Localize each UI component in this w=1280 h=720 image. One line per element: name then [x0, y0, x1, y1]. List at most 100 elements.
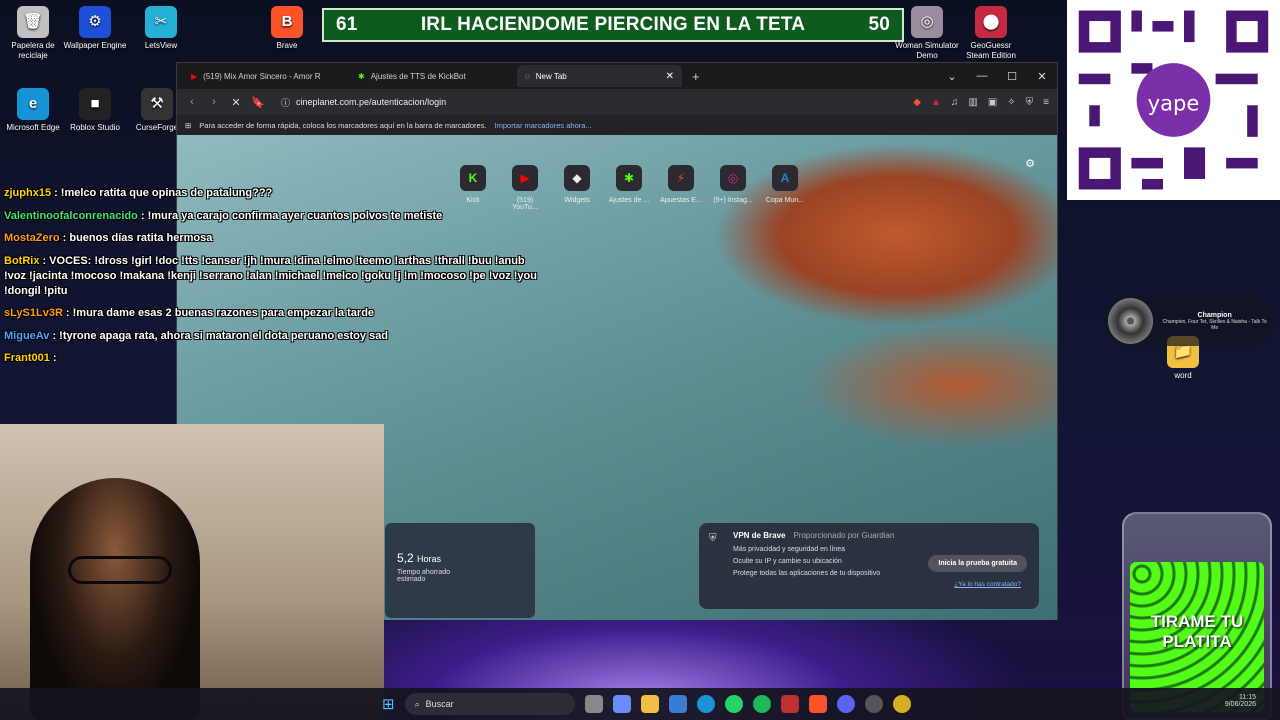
brave-shields-icon[interactable]: ◆: [913, 97, 921, 108]
store-icon[interactable]: [668, 695, 687, 713]
copilot-icon[interactable]: [612, 695, 631, 713]
url-text: cineplanet.com.pe/autenticacion/login: [296, 97, 447, 107]
chat-username: BotRix: [4, 254, 40, 267]
address-bar[interactable]: ⓘ cineplanet.com.pe/autenticacion/login: [273, 93, 905, 111]
media-icon[interactable]: ♫: [951, 97, 959, 108]
import-bookmarks-link[interactable]: Importar marcadores ahora...: [495, 121, 592, 130]
stream-goal-banner: 61 IRL HACIENDOME PIERCING EN LA TETA 50: [322, 8, 904, 42]
glasses-shape: [68, 556, 172, 584]
close-window-button[interactable]: ✕: [1027, 70, 1057, 83]
toolbar-actions: ◆ ▲ ♫ ▥ ▣ ✧ ⛨ ≡: [913, 97, 1049, 108]
desktop-icon[interactable]: ⚙ Wallpaper Engine: [62, 6, 128, 51]
wallet-icon[interactable]: ▣: [988, 97, 997, 108]
tab-new-tab[interactable]: ◌ New Tab ✕: [517, 65, 682, 87]
site-label: Ajustes de ...: [608, 197, 650, 204]
webcam-feed: [0, 424, 384, 720]
start-trial-button[interactable]: Inicia la prueba gratuita: [928, 555, 1027, 572]
vpn-title: VPN de Brave: [733, 531, 786, 540]
chat-username: MostaZero: [4, 232, 60, 244]
taskbar: ⊞ ⌕ Buscar 11:15 9/06/2026: [0, 688, 1280, 720]
app-icon: ◎: [911, 6, 943, 38]
bookmarks-bar: ⊞ Para acceder de forma rápida, coloca l…: [177, 115, 1057, 135]
edge-icon[interactable]: [696, 695, 715, 713]
leo-icon[interactable]: ✧: [1007, 97, 1015, 108]
stream-chat: zjuphx15: !melco ratita que opinas de pa…: [4, 186, 544, 374]
bookmarks-hint: Para acceder de forma rápida, coloca los…: [199, 120, 487, 130]
desktop-icon[interactable]: ⬤ GeoGuessr Steam Edition: [958, 6, 1024, 61]
vpn-icon[interactable]: ⛨: [1026, 97, 1034, 108]
tab-label: (519) Mix Amor Sincero - Amor R: [203, 71, 321, 81]
jar-label: TIRAME TU PLATITA: [1150, 612, 1244, 651]
obs-icon[interactable]: [864, 695, 883, 713]
top-site-tile[interactable]: ⚡ Apuestas E...: [660, 165, 702, 211]
chat-username: Frant001: [4, 352, 50, 364]
sidebar-icon[interactable]: ▥: [968, 97, 977, 108]
desktop-icon[interactable]: B Brave: [254, 6, 320, 51]
now-playing-widget: Champion Champion, Four Tet, Skrillex & …: [1104, 296, 1274, 346]
desktop-icon[interactable]: ✂ LetsView: [128, 6, 194, 51]
already-subscribed-link[interactable]: ¿Ya lo has contratado?: [954, 581, 1021, 588]
chat-text: : buenos días ratita hermosa: [62, 232, 213, 244]
forward-button[interactable]: ›: [207, 96, 221, 108]
yape-qr-code: yape: [1067, 0, 1280, 200]
spotify-icon[interactable]: [752, 695, 771, 713]
album-disc-icon: [1108, 298, 1154, 344]
app-icon[interactable]: [892, 695, 911, 713]
site-icon: A: [772, 165, 798, 191]
goal-counter-right: 50: [868, 14, 890, 35]
hours-value: 5,2: [397, 551, 414, 565]
tab-youtube[interactable]: ▶ (519) Mix Amor Sincero - Amor R: [183, 65, 348, 87]
chat-username: Valentinoofalconrenacido: [4, 209, 138, 222]
browser-toolbar: ‹ › ✕ 🔖 ⓘ cineplanet.com.pe/autenticacio…: [177, 89, 1057, 115]
vpn-shield-icon: ⛨: [709, 533, 717, 544]
discord-icon[interactable]: [836, 695, 855, 713]
windows-start-icon[interactable]: ⊞: [382, 695, 395, 713]
window-controls: ⌄ — ☐ ✕: [937, 70, 1057, 83]
desktop-icon-label: LetsView: [144, 41, 178, 50]
chat-message: BotRix: VOCES: !dross !girl !doc !tts !c…: [4, 254, 544, 299]
desktop-icon[interactable]: e Microsoft Edge: [0, 88, 66, 133]
brave-icon[interactable]: [808, 695, 827, 713]
chat-text: :: [52, 352, 57, 364]
close-tab-icon[interactable]: ✕: [666, 71, 674, 82]
site-info-icon[interactable]: ⓘ: [281, 96, 290, 109]
site-label: Widgets: [564, 197, 590, 204]
bookmark-icon[interactable]: 🔖: [251, 96, 265, 109]
maximize-button[interactable]: ☐: [997, 70, 1027, 83]
top-site-tile[interactable]: ✱ Ajustes de ...: [608, 165, 650, 211]
game-icon[interactable]: [780, 695, 799, 713]
chat-username: MigueAv: [4, 329, 50, 342]
app-icon: ■: [79, 88, 111, 120]
system-clock[interactable]: 11:15 9/06/2026: [1225, 694, 1256, 708]
site-icon: ◆: [564, 165, 590, 191]
minimize-button[interactable]: —: [967, 70, 997, 83]
desktop-icon-label: Woman Simulator Demo: [895, 41, 959, 60]
song-title: Champion: [1197, 311, 1232, 319]
app-icon: ⚙: [79, 6, 111, 38]
search-icon: ⌕: [414, 698, 420, 709]
tab-search-icon[interactable]: ⌄: [937, 70, 967, 83]
menu-icon[interactable]: ≡: [1043, 97, 1049, 108]
tab-kickbot[interactable]: ✱ Ajustes de TTS de KickBot: [350, 65, 515, 87]
chat-text: : !melco ratita que opinas de patalung??…: [54, 187, 273, 199]
app-icon: 🗑: [17, 6, 49, 38]
site-label: Copa Mun...: [765, 197, 805, 204]
taskbar-search[interactable]: ⌕ Buscar: [404, 693, 575, 715]
new-tab-button[interactable]: +: [684, 69, 708, 84]
whatsapp-icon[interactable]: [724, 695, 743, 713]
desktop-icon[interactable]: 🗑 Papelera de reciclaje: [0, 6, 66, 61]
qr-icon: yape: [1068, 0, 1279, 200]
top-site-tile[interactable]: ◎ (9+) Instag...: [712, 165, 754, 211]
stop-loading-button[interactable]: ✕: [229, 96, 243, 109]
apps-icon[interactable]: ⊞: [185, 121, 191, 130]
brave-rewards-icon[interactable]: ▲: [931, 97, 941, 108]
back-button[interactable]: ‹: [185, 96, 199, 108]
desktop-icon[interactable]: ■ Roblox Studio: [62, 88, 128, 133]
goal-title: IRL HACIENDOME PIERCING EN LA TETA: [420, 14, 806, 35]
task-view-icon[interactable]: [584, 695, 603, 713]
settings-gear-icon[interactable]: ⚙: [1025, 157, 1035, 170]
top-site-tile[interactable]: ◆ Widgets: [556, 165, 598, 211]
top-site-tile[interactable]: A Copa Mun...: [764, 165, 806, 211]
desktop-icon-label: Wallpaper Engine: [63, 41, 127, 50]
file-explorer-icon[interactable]: [640, 695, 659, 713]
